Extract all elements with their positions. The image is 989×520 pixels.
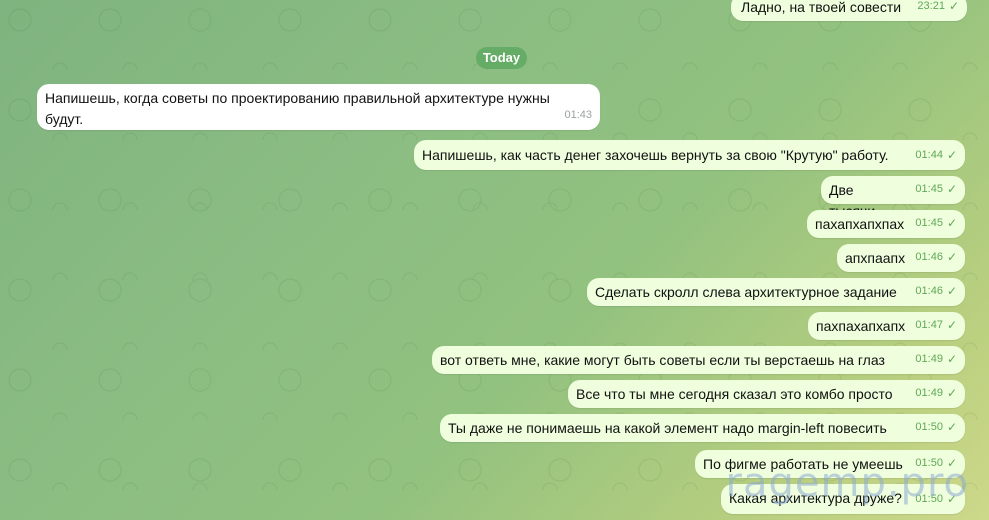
read-check-icon: ✓ — [946, 250, 957, 264]
watermark: ragemp.pro — [725, 460, 969, 506]
date-separator: Today — [476, 47, 527, 69]
message-time: 01:43 — [564, 109, 592, 121]
message-meta: 01:45 ✓ — [915, 179, 957, 200]
message-meta: 01:46 ✓ — [915, 281, 957, 302]
message-bubble[interactable]: Ты даже не понимаешь на какой элемент на… — [440, 414, 965, 442]
read-check-icon: ✓ — [946, 182, 957, 196]
message-text: Напишешь, как часть денег захочешь верну… — [422, 147, 889, 163]
message-text: Сделать скролл слева архитектурное задан… — [595, 284, 897, 300]
message-meta: 23:21 ✓ — [917, 0, 959, 17]
message-bubble[interactable]: Все что ты мне сегодня сказал это комбо … — [568, 380, 965, 408]
message-text: пахпахапхапх — [816, 318, 906, 334]
message-meta: 01:46 ✓ — [915, 247, 957, 268]
message-time: 01:45 — [915, 217, 943, 229]
message-text: Напишешь, когда советы по проектированию… — [45, 90, 550, 127]
message-bubble[interactable]: Сделать скролл слева архитектурное задан… — [587, 278, 965, 306]
message-time: 01:44 — [915, 149, 943, 161]
message-text: Ладно, на твоей совести — [741, 0, 902, 15]
message-time: 01:49 — [915, 353, 943, 365]
read-check-icon: ✓ — [946, 216, 957, 230]
message-bubble[interactable]: Напишешь, как часть денег захочешь верну… — [414, 140, 965, 170]
message-text: апхпаапх — [845, 250, 906, 266]
message-bubble[interactable]: Напишешь, когда советы по проектированию… — [37, 84, 600, 130]
message-time: 01:50 — [915, 421, 943, 433]
read-check-icon: ✓ — [946, 148, 957, 162]
read-check-icon: ✓ — [946, 284, 957, 298]
message-bubble[interactable]: пахапхапхпах 01:45 ✓ — [807, 210, 965, 238]
message-meta: 01:44 ✓ — [915, 145, 957, 166]
message-text: пахапхапхпах — [815, 216, 905, 232]
message-meta: 01:49 ✓ — [915, 383, 957, 404]
read-check-icon: ✓ — [948, 0, 959, 13]
message-bubble[interactable]: пахпахапхапх 01:47 ✓ — [808, 312, 965, 340]
message-text: вот ответь мне, какие могут быть советы … — [440, 352, 885, 368]
message-time: 01:47 — [915, 319, 943, 331]
message-time: 23:21 — [917, 0, 945, 12]
read-check-icon: ✓ — [946, 352, 957, 366]
message-bubble[interactable]: Ладно, на твоей совести 23:21 ✓ — [731, 0, 967, 21]
message-meta: 01:47 ✓ — [915, 315, 957, 336]
message-text: Ты даже не понимаешь на какой элемент на… — [448, 420, 887, 436]
message-text: Все что ты мне сегодня сказал это комбо … — [576, 386, 893, 402]
read-check-icon: ✓ — [946, 318, 957, 332]
read-check-icon: ✓ — [946, 420, 957, 434]
message-bubble[interactable]: апхпаапх 01:46 ✓ — [837, 244, 965, 272]
message-meta: 01:50 ✓ — [915, 417, 957, 438]
message-time: 01:46 — [915, 285, 943, 297]
message-bubble[interactable]: Две тысячи 01:45✓ — [821, 176, 965, 219]
message-time: 01:45 — [915, 183, 943, 195]
read-check-icon: ✓ — [946, 386, 957, 400]
chat-area: Ладно, на твоей совести 23:21 ✓ Today Нап… — [0, 0, 989, 520]
message-time: 01:49 — [915, 387, 943, 399]
message-meta: 01:43 — [564, 105, 592, 126]
message-meta: 01:49 ✓ — [915, 349, 957, 370]
message-time: 01:46 — [915, 251, 943, 263]
message-meta: 01:45 ✓ — [915, 213, 957, 234]
message-bubble[interactable]: вот ответь мне, какие могут быть советы … — [432, 346, 965, 374]
